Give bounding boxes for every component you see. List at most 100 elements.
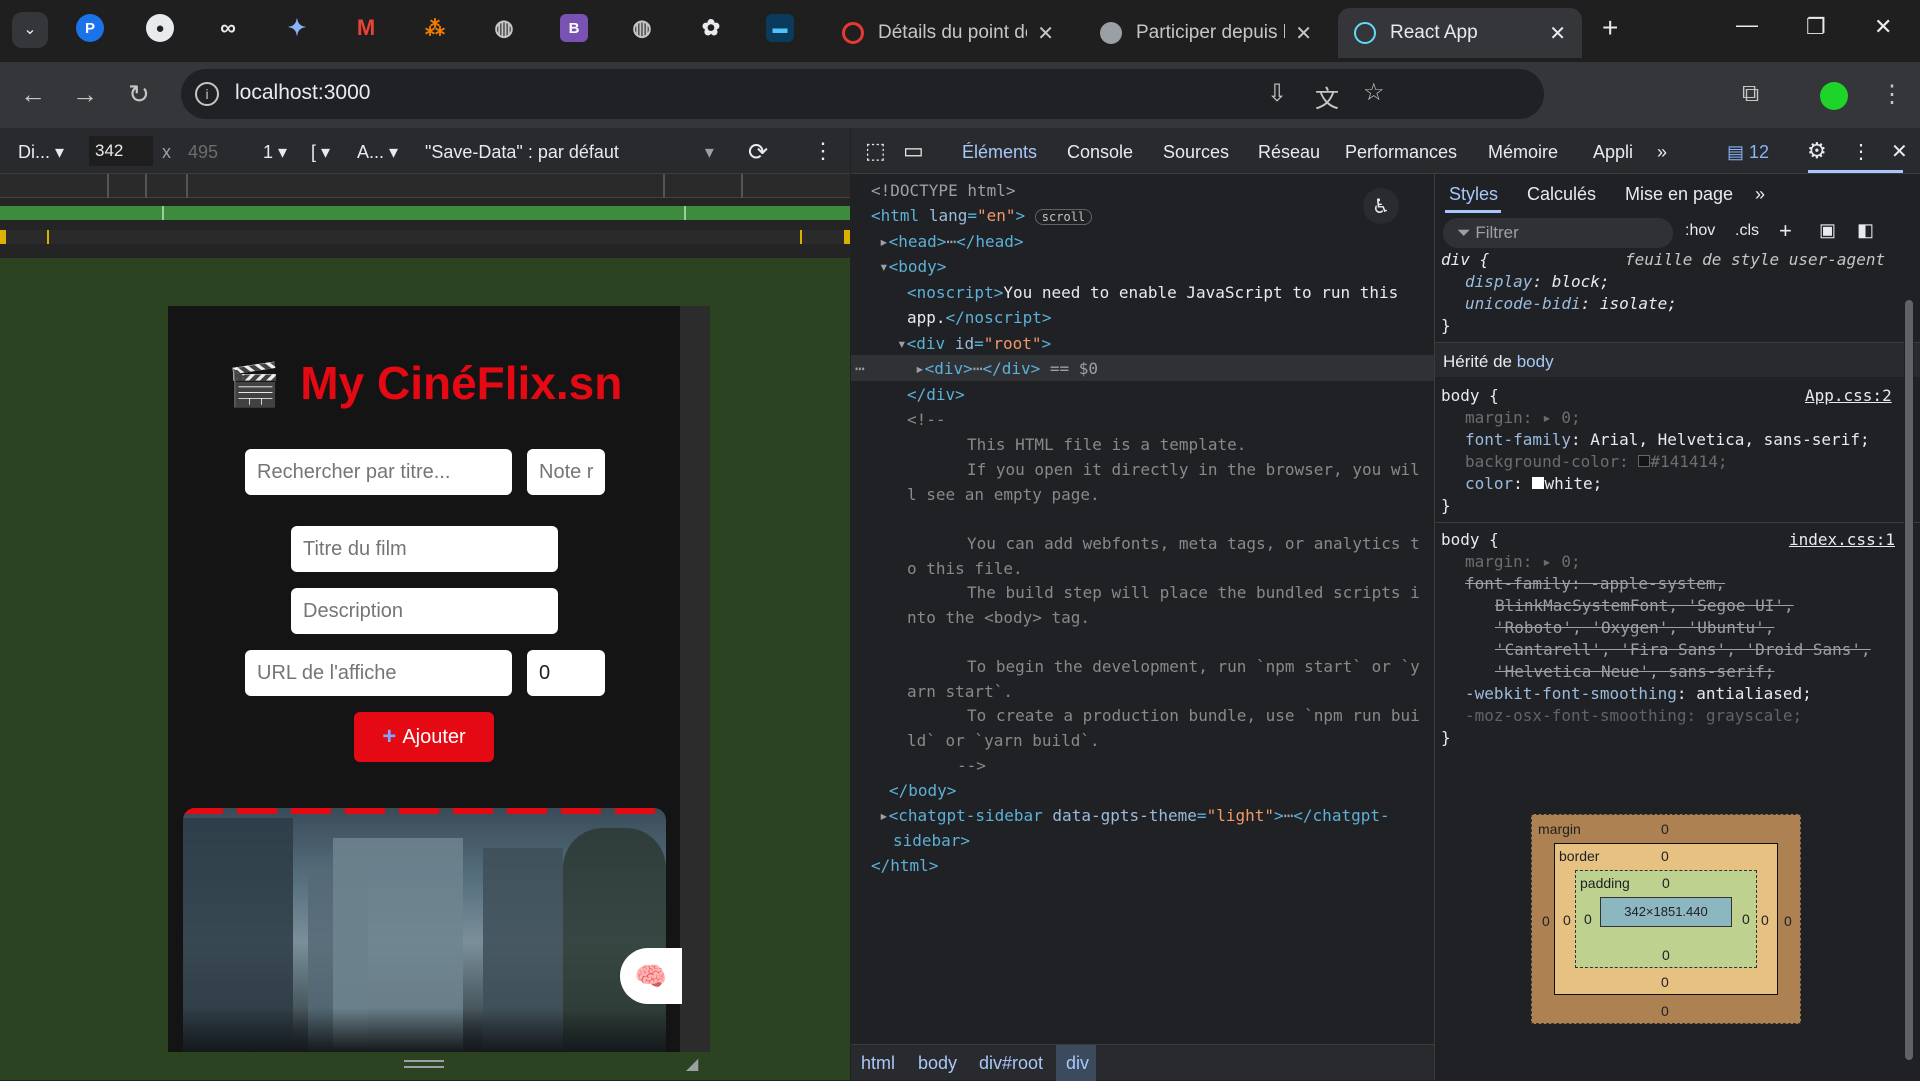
sidebar-toggle-icon[interactable]: ◧ bbox=[1857, 220, 1874, 241]
tab-layout[interactable]: Mise en page bbox=[1625, 184, 1733, 205]
install-app-icon[interactable]: ⇩ bbox=[1267, 79, 1287, 108]
tab-search-button[interactable]: ⌄ bbox=[12, 12, 48, 48]
new-tab-icon[interactable]: + bbox=[1602, 12, 1618, 44]
swatch-white[interactable] bbox=[1532, 477, 1545, 489]
dom-body[interactable]: ▾<body> bbox=[879, 254, 946, 279]
viewport-width-input[interactable]: 342 bbox=[89, 136, 153, 166]
close-devtools-icon[interactable]: ✕ bbox=[1891, 139, 1908, 164]
cls-toggle[interactable]: .cls bbox=[1735, 222, 1759, 240]
pinned-tab-paypal-icon[interactable]: P bbox=[76, 14, 104, 42]
pinned-tab-github-icon[interactable]: ● bbox=[146, 14, 174, 42]
ai-assistant-brain-icon[interactable]: 🧠 bbox=[620, 948, 682, 1004]
resize-handle-bottom[interactable] bbox=[404, 1060, 444, 1068]
close-tab-icon[interactable]: ✕ bbox=[1037, 21, 1054, 46]
dom-html[interactable]: <html lang="en"> scroll bbox=[871, 203, 1093, 230]
tab-elements[interactable]: Éléments bbox=[962, 142, 1037, 163]
max-width-bar[interactable] bbox=[0, 230, 850, 244]
devtools-menu-icon[interactable]: ⋮ bbox=[1851, 139, 1871, 164]
pinned-tab-bootstrap-icon[interactable]: B bbox=[560, 14, 588, 42]
rating-filter-input[interactable]: Note r bbox=[527, 449, 605, 495]
scroll-badge[interactable]: scroll bbox=[1034, 209, 1093, 225]
movie-description-input[interactable]: Description bbox=[291, 588, 558, 634]
pinned-tab-infinity-icon[interactable]: ∞ bbox=[214, 14, 242, 42]
border-top-value[interactable]: 0 bbox=[1661, 848, 1669, 864]
scroll-thumb[interactable] bbox=[1905, 300, 1913, 1060]
add-movie-button[interactable]: + Ajouter bbox=[354, 712, 494, 762]
dom-head[interactable]: ▸<head>⋯</head> bbox=[879, 229, 1024, 254]
minimize-icon[interactable]: — bbox=[1736, 12, 1758, 38]
content-box[interactable]: 342×1851.440 bbox=[1600, 897, 1732, 927]
site-info-icon[interactable]: i bbox=[195, 82, 219, 106]
tab-memory[interactable]: Mémoire bbox=[1488, 142, 1558, 163]
breadcrumb-div[interactable]: div bbox=[1066, 1053, 1089, 1074]
agent-select[interactable]: A... ▾ bbox=[357, 142, 398, 163]
hov-toggle[interactable]: :hov bbox=[1685, 222, 1715, 240]
pinned-tab-orange-icon[interactable]: ⁂ bbox=[421, 14, 449, 42]
dom-chatgpt-sidebar[interactable]: ▸<chatgpt-sidebar data-gpts-theme="light… bbox=[879, 803, 1390, 828]
toggle-device-icon[interactable]: ▭ bbox=[903, 138, 924, 164]
tab-styles[interactable]: Styles bbox=[1449, 184, 1498, 205]
inherited-link[interactable]: body bbox=[1517, 352, 1554, 371]
restore-icon[interactable]: ❐ bbox=[1806, 14, 1826, 40]
tab-computed[interactable]: Calculés bbox=[1527, 184, 1596, 205]
breadcrumb-root[interactable]: div#root bbox=[979, 1053, 1043, 1074]
more-tabs-icon[interactable]: » bbox=[1657, 142, 1667, 163]
tab-console[interactable]: Console bbox=[1067, 142, 1133, 163]
swatch-dark[interactable] bbox=[1638, 455, 1651, 467]
padding-right-value[interactable]: 0 bbox=[1742, 911, 1750, 927]
extensions-icon[interactable]: ⧉ bbox=[1742, 80, 1759, 108]
dom-noscript[interactable]: <noscript>You need to enable JavaScript … bbox=[907, 280, 1398, 305]
back-icon[interactable]: ← bbox=[20, 79, 46, 110]
issues-icon[interactable]: ▤ 12 bbox=[1727, 142, 1769, 163]
search-input[interactable]: Rechercher par titre... bbox=[245, 449, 512, 495]
margin-top-value[interactable]: 0 bbox=[1661, 821, 1669, 837]
movie-poster-image[interactable] bbox=[183, 808, 666, 1052]
tab-participer[interactable]: Participer depuis l'a ✕ bbox=[1084, 8, 1328, 58]
paint-icon[interactable]: ▣ bbox=[1819, 220, 1836, 241]
breadcrumb-html[interactable]: html bbox=[861, 1053, 895, 1074]
margin-right-value[interactable]: 0 bbox=[1784, 913, 1792, 929]
dom-root[interactable]: ▾<div id="root"> bbox=[897, 331, 1051, 356]
styles-scrollbar[interactable] bbox=[1904, 220, 1914, 1060]
more-panes-icon[interactable]: » bbox=[1755, 184, 1765, 205]
translate-icon[interactable]: 文 bbox=[1315, 79, 1339, 114]
movie-title-input[interactable]: Titre du film bbox=[291, 526, 558, 572]
padding-top-value[interactable]: 0 bbox=[1662, 875, 1670, 891]
min-width-bar[interactable] bbox=[0, 206, 850, 220]
address-bar[interactable]: i localhost:3000 ⇩ 文 ☆ bbox=[181, 69, 1544, 119]
tab-point-details[interactable]: Détails du point de ✕ bbox=[826, 8, 1070, 58]
padding-bottom-value[interactable]: 0 bbox=[1662, 947, 1670, 963]
new-rule-icon[interactable]: + bbox=[1779, 218, 1792, 244]
viewport-height-input[interactable]: 495 bbox=[188, 142, 218, 163]
inspect-element-icon[interactable]: ⬚ bbox=[865, 138, 886, 164]
device-select[interactable]: Di... ▾ bbox=[18, 142, 64, 163]
dom-ellipsis-icon[interactable]: ⋯ bbox=[855, 356, 865, 381]
index-css-link[interactable]: index.css:1 bbox=[1789, 530, 1895, 549]
close-tab-icon[interactable]: ✕ bbox=[1549, 21, 1566, 46]
throttle-select[interactable]: [ ▾ bbox=[311, 142, 330, 163]
rotate-icon[interactable]: ⟳ bbox=[748, 138, 768, 167]
dom-selected-div[interactable]: ▸<div>⋯</div> == $0 bbox=[915, 356, 1098, 381]
tab-sources[interactable]: Sources bbox=[1163, 142, 1229, 163]
accessibility-icon[interactable]: ♿ bbox=[1363, 188, 1399, 224]
save-data-select[interactable]: "Save-Data" : par défaut ▾ bbox=[425, 142, 714, 163]
tab-network[interactable]: Réseau bbox=[1258, 142, 1320, 163]
dpr-select[interactable]: 1 ▾ bbox=[263, 142, 287, 163]
bookmark-star-icon[interactable]: ☆ bbox=[1363, 78, 1385, 107]
border-left-value[interactable]: 0 bbox=[1563, 912, 1571, 928]
close-window-icon[interactable]: ✕ bbox=[1874, 14, 1892, 40]
menu-kebab-icon[interactable]: ⋮ bbox=[1880, 80, 1904, 109]
margin-bottom-value[interactable]: 0 bbox=[1661, 1003, 1669, 1019]
resize-corner-icon[interactable]: ◢ bbox=[686, 1054, 698, 1074]
rating-input[interactable]: 0 bbox=[527, 650, 605, 696]
pinned-tab-globe-icon[interactable]: ◍ bbox=[490, 14, 518, 42]
tab-performance[interactable]: Performances bbox=[1345, 142, 1457, 163]
border-right-value[interactable]: 0 bbox=[1761, 912, 1769, 928]
padding-left-value[interactable]: 0 bbox=[1584, 911, 1592, 927]
app-css-link[interactable]: App.css:2 bbox=[1805, 386, 1892, 405]
settings-gear-icon[interactable]: ⚙ bbox=[1807, 138, 1827, 164]
dom-comment-open[interactable]: <!-- bbox=[907, 407, 946, 432]
margin-left-value[interactable]: 0 bbox=[1542, 913, 1550, 929]
tab-react-app[interactable]: React App ✕ bbox=[1338, 8, 1582, 58]
profile-avatar[interactable] bbox=[1820, 82, 1848, 110]
